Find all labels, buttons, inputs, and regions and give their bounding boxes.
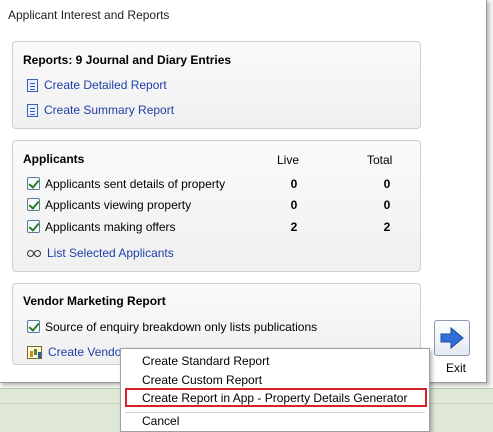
- glasses-icon: [27, 249, 41, 257]
- reports-panel: Reports: 9 Journal and Diary Entries Cre…: [12, 41, 421, 129]
- highlight-box: [125, 388, 427, 407]
- list-selected-applicants-label[interactable]: List Selected Applicants: [47, 246, 174, 260]
- document-icon: [27, 78, 38, 92]
- offers-checkbox[interactable]: [27, 220, 40, 233]
- context-menu: Create Standard Report Create Custom Rep…: [120, 348, 430, 432]
- applicant-row-viewing: Applicants viewing property 0 0: [27, 197, 407, 215]
- menu-item-cancel[interactable]: Cancel: [142, 414, 179, 428]
- create-detailed-report-label[interactable]: Create Detailed Report: [44, 78, 167, 92]
- menu-separator: [125, 412, 425, 413]
- applicants-heading: Applicants: [23, 152, 85, 166]
- vendor-source-row: Source of enquiry breakdown only lists p…: [27, 319, 407, 337]
- menu-item-create-custom-report[interactable]: Create Custom Report: [142, 373, 262, 387]
- offers-label: Applicants making offers: [45, 220, 176, 234]
- exit-button[interactable]: [434, 320, 470, 356]
- exit-label: Exit: [446, 361, 467, 375]
- viewing-label: Applicants viewing property: [45, 198, 192, 212]
- sent-details-label: Applicants sent details of property: [45, 177, 226, 191]
- create-summary-report-label[interactable]: Create Summary Report: [44, 103, 174, 117]
- viewing-live: 0: [290, 198, 298, 212]
- sent-details-checkbox[interactable]: [27, 177, 40, 190]
- applicant-row-offers: Applicants making offers 2 2: [27, 219, 407, 237]
- reports-heading: Reports: 9 Journal and Diary Entries: [23, 53, 232, 67]
- source-breakdown-label: Source of enquiry breakdown only lists p…: [45, 320, 318, 334]
- create-summary-report-link[interactable]: Create Summary Report: [27, 103, 174, 117]
- viewing-checkbox[interactable]: [27, 198, 40, 211]
- create-vendor-label[interactable]: Create Vendor: [48, 345, 125, 359]
- source-breakdown-checkbox[interactable]: [27, 320, 40, 333]
- offers-total: 2: [383, 220, 391, 234]
- chart-icon: [27, 345, 42, 359]
- create-detailed-report-link[interactable]: Create Detailed Report: [27, 78, 167, 92]
- offers-live: 2: [290, 220, 298, 234]
- arrow-right-icon: [440, 326, 464, 350]
- document-icon: [27, 103, 38, 117]
- list-selected-applicants-link[interactable]: List Selected Applicants: [27, 246, 174, 260]
- window-title: Applicant Interest and Reports: [8, 8, 170, 22]
- vendor-heading: Vendor Marketing Report: [23, 294, 166, 308]
- total-column-header: Total: [367, 153, 393, 167]
- menu-item-create-standard-report[interactable]: Create Standard Report: [142, 354, 269, 368]
- create-vendor-link[interactable]: Create Vendor: [27, 345, 125, 359]
- applicant-row-sent-details: Applicants sent details of property 0 0: [27, 176, 407, 194]
- applicants-panel: Applicants Live Total Applicants sent de…: [12, 140, 421, 272]
- live-column-header: Live: [277, 153, 300, 167]
- sent-details-live: 0: [290, 177, 298, 191]
- sent-details-total: 0: [383, 177, 391, 191]
- dialog-window: Applicant Interest and Reports Reports: …: [0, 0, 487, 383]
- viewing-total: 0: [383, 198, 391, 212]
